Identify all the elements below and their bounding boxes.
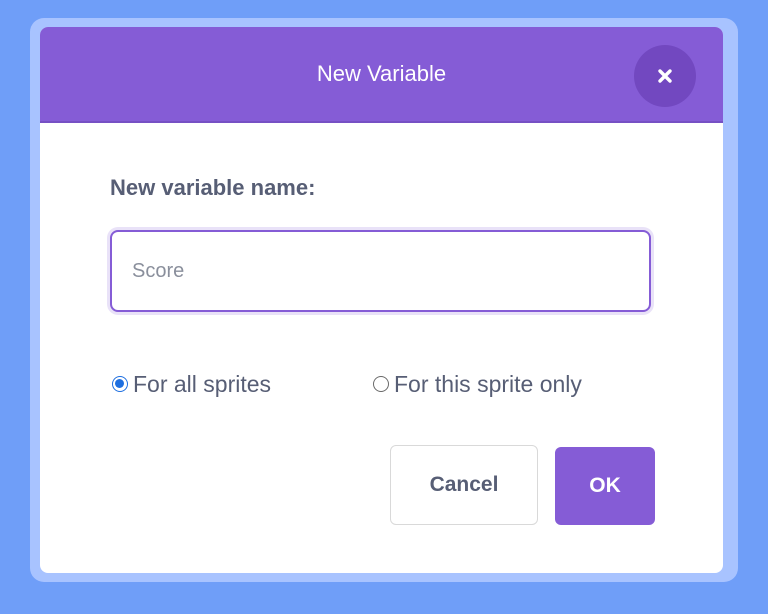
variable-name-label: New variable name: — [110, 175, 316, 200]
cancel-button[interactable]: Cancel — [390, 445, 538, 525]
variable-name-input[interactable] — [110, 230, 651, 312]
radio-selected-icon[interactable] — [112, 376, 128, 392]
dialog-header: New Variable — [40, 27, 723, 123]
dialog-title: New Variable — [316, 61, 447, 86]
close-button[interactable] — [634, 45, 696, 107]
radio-for-this-sprite[interactable]: For this sprite only — [373, 367, 582, 401]
radio-unselected-icon[interactable] — [373, 376, 389, 392]
radio-for-all-sprites[interactable]: For all sprites — [112, 367, 271, 401]
ok-button[interactable]: OK — [555, 447, 655, 525]
radio-label-all-sprites: For all sprites — [133, 370, 272, 397]
close-icon — [658, 69, 672, 83]
radio-label-this-sprite: For this sprite only — [394, 370, 582, 397]
new-variable-dialog: New Variable New variable name: For all … — [40, 27, 723, 573]
